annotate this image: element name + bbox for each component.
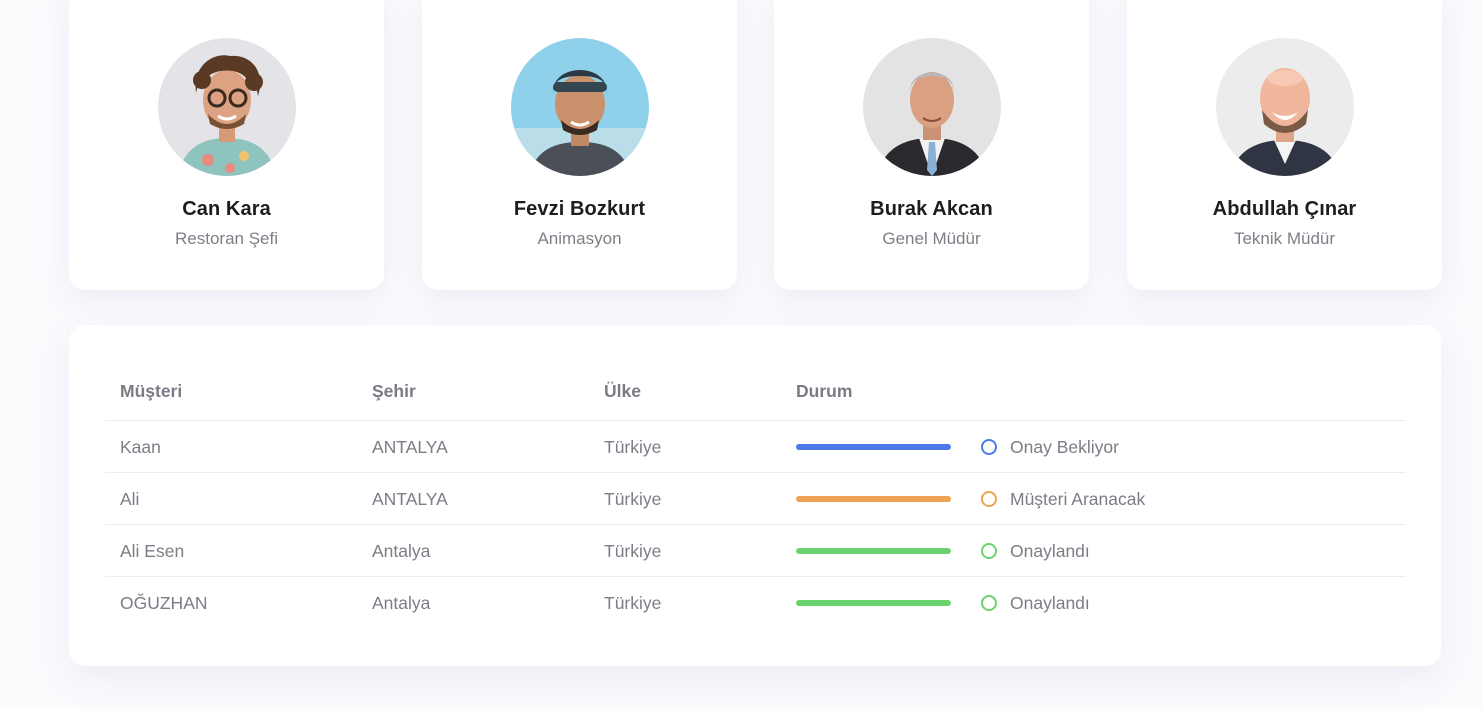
customer-cell: Kaan: [120, 437, 161, 457]
suit-tie-man-photo: [862, 38, 1001, 176]
table-header: Müşteri Şehir Ülke Durum: [105, 369, 1406, 421]
beanie-man-photo: [510, 38, 649, 176]
country-cell: Türkiye: [604, 593, 662, 613]
city-cell: ANTALYA: [372, 437, 448, 457]
table-row[interactable]: OĞUZHAN Antalya Türkiye Onaylandı: [105, 577, 1406, 629]
member-name: Fevzi Bozkurt: [513, 198, 646, 220]
city-cell: Antalya: [372, 593, 431, 613]
avatar: [510, 38, 649, 176]
curly-hair-glasses-man-photo: [157, 38, 296, 176]
bald-bearded-man-photo: [1215, 38, 1354, 176]
header-city[interactable]: Şehir: [372, 369, 416, 413]
header-status[interactable]: Durum: [796, 369, 852, 413]
customers-table: Müşteri Şehir Ülke Durum Kaan ANTALYA Tü…: [69, 325, 1441, 666]
member-role: Restoran Şefi: [175, 229, 278, 248]
member-name: Abdullah Çınar: [1212, 198, 1357, 220]
status-circle-icon: [981, 491, 997, 507]
table-row[interactable]: Ali Esen Antalya Türkiye Onaylandı: [105, 525, 1406, 577]
avatar: [1215, 38, 1354, 176]
status-bar: [796, 600, 951, 606]
avatar: [862, 38, 1001, 176]
status-label: Onaylandı: [1010, 541, 1090, 561]
status-bar: [796, 496, 951, 502]
table-row[interactable]: Ali ANTALYA Türkiye Müşteri Aranacak: [105, 473, 1406, 525]
team-card[interactable]: Burak Akcan Genel Müdür: [774, 0, 1089, 290]
member-role: Teknik Müdür: [1233, 229, 1336, 248]
header-country[interactable]: Ülke: [604, 369, 641, 413]
customer-cell: Ali: [120, 489, 140, 509]
avatar: [157, 38, 296, 176]
team-card[interactable]: Fevzi Bozkurt Animasyon: [422, 0, 737, 290]
country-cell: Türkiye: [604, 437, 662, 457]
city-cell: ANTALYA: [372, 489, 448, 509]
table-row[interactable]: Kaan ANTALYA Türkiye Onay Bekliyor: [105, 421, 1406, 473]
member-role: Genel Müdür: [882, 229, 981, 248]
status-bar: [796, 548, 951, 554]
team-card[interactable]: Abdullah Çınar Teknik Müdür: [1127, 0, 1442, 290]
status-label: Onay Bekliyor: [1010, 437, 1119, 457]
member-role: Animasyon: [537, 229, 622, 248]
status-circle-icon: [981, 543, 997, 559]
team-cards: Can Kara Restoran Şefi Fevzi Bozkurt Ani…: [0, 0, 1482, 290]
customer-cell: Ali Esen: [120, 541, 185, 561]
customer-cell: OĞUZHAN: [120, 593, 208, 613]
status-circle-icon: [981, 439, 997, 455]
country-cell: Türkiye: [604, 541, 662, 561]
status-bar: [796, 444, 951, 450]
team-card[interactable]: Can Kara Restoran Şefi: [69, 0, 384, 290]
country-cell: Türkiye: [604, 489, 662, 509]
member-name: Burak Akcan: [870, 198, 993, 220]
header-customer[interactable]: Müşteri: [120, 369, 182, 413]
city-cell: Antalya: [372, 541, 431, 561]
status-circle-icon: [981, 595, 997, 611]
status-label: Onaylandı: [1010, 593, 1090, 613]
status-label: Müşteri Aranacak: [1010, 489, 1146, 509]
member-name: Can Kara: [182, 198, 271, 220]
